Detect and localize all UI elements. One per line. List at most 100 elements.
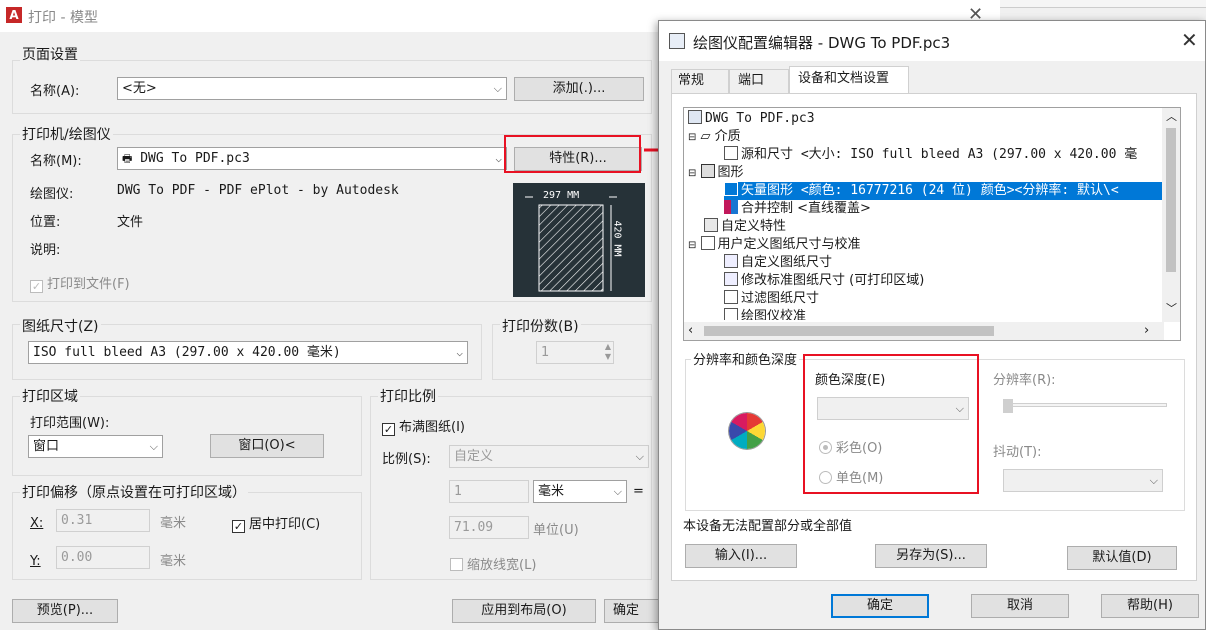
offset-x-field[interactable]: 0.31 (56, 509, 150, 532)
editor-title: 绘图仪配置编辑器 - DWG To PDF.pc3 (693, 34, 951, 52)
chevron-down-icon: ⌵ (493, 82, 502, 95)
add-button[interactable]: 添加(.)... (514, 77, 644, 101)
collapse-icon: ⊟ (688, 168, 697, 179)
tree-row-modify-paper[interactable]: 修改标准图纸尺寸 (可打印区域) (724, 272, 924, 290)
printer-name-label: 名称(M): (30, 154, 82, 169)
tree-row-filter-paper[interactable]: 过滤图纸尺寸 (724, 290, 819, 308)
page-setup-heading: 页面设置 (20, 44, 80, 64)
ratio-select[interactable]: 自定义 ⌵ (449, 445, 649, 468)
chevron-down-icon: ⌵ (456, 346, 463, 359)
scrollbar-thumb[interactable] (1166, 128, 1176, 272)
dither-label: 抖动(T): (993, 445, 1042, 460)
plotter-file-icon (688, 110, 702, 124)
tree-row-media[interactable]: ⊟ ▱ 介质 (688, 128, 741, 146)
apply-to-layout-button[interactable]: 应用到布局(O) (452, 599, 596, 623)
window-button[interactable]: 窗口(O)< (210, 434, 324, 458)
description-label: 说明: (30, 243, 61, 258)
tree-row-source[interactable]: 源和尺寸 <大小: ISO full bleed A3 (297.00 x 42… (724, 146, 1137, 164)
collapse-icon: ⊟ (688, 240, 697, 251)
tree-row-vector[interactable]: 矢量图形 <颜色: 16777216 (24 位) 颜色><分辨率: 默认\< (724, 182, 1180, 200)
scale-lineweights-checkbox[interactable]: 缩放线宽(L) (450, 554, 536, 573)
center-print-checkbox[interactable]: ✓ 居中打印(C) (232, 513, 320, 533)
printer-name-select[interactable]: 🖶 DWG To PDF.pc3 ⌵ (117, 147, 507, 170)
scroll-left-icon: ‹ (688, 323, 694, 338)
range-label: 打印范围(W): (30, 416, 110, 431)
calibration-icon (724, 308, 738, 320)
scale-value2-field[interactable]: 71.09 (449, 516, 529, 539)
plotter-label: 绘图仪: (30, 187, 74, 202)
h-scrollbar-thumb[interactable] (704, 326, 994, 336)
tree-row-merge[interactable]: 合并控制 <直线覆盖> (724, 200, 871, 218)
offset-y-field[interactable]: 0.00 (56, 546, 150, 569)
paper-size-select[interactable]: ISO full bleed A3 (297.00 x 420.00 毫米) ⌵ (28, 341, 468, 364)
tree-row-calibration[interactable]: 绘图仪校准 (724, 308, 806, 320)
ok-button[interactable]: 确定 (831, 594, 929, 618)
collapse-icon: ⊟ (688, 132, 697, 143)
copies-spinner[interactable]: 1 ▲ ▼ (536, 341, 614, 364)
scale-unit-select[interactable]: 毫米 ⌵ (533, 480, 627, 503)
main-ok-button[interactable]: 确定 (604, 599, 664, 623)
scale-unit2-label: 单位(U) (533, 523, 579, 538)
tree-horizontal-scrollbar[interactable]: ‹ › (684, 322, 1164, 340)
tree-row-custom-paper[interactable]: 自定义图纸尺寸 (724, 254, 832, 272)
print-to-file-checkbox[interactable]: ✓ 打印到文件(F) (30, 273, 130, 293)
tab-general[interactable]: 常规 (671, 69, 729, 93)
help-button[interactable]: 帮助(H) (1101, 594, 1199, 618)
offset-y-unit: 毫米 (160, 554, 187, 569)
bg-menu (1000, 0, 1206, 8)
ratio-label: 比例(S): (382, 452, 431, 467)
dither-select[interactable]: ⌵ (1003, 469, 1163, 492)
tree-row-root[interactable]: DWG To PDF.pc3 (688, 110, 815, 128)
copies-heading: 打印份数(B) (500, 316, 581, 336)
cancel-button[interactable]: 取消 (971, 594, 1069, 618)
tree-vertical-scrollbar[interactable]: ︿ ﹀ (1162, 108, 1180, 322)
scale-value1-field[interactable]: 1 (449, 480, 529, 503)
save-as-button[interactable]: 另存为(S)... (875, 544, 987, 568)
plotter-config-icon (669, 33, 685, 49)
color-depth-highlight-box (803, 354, 979, 494)
offset-x-label: X: (30, 516, 44, 531)
tree-row-custom-props[interactable]: 自定义特性 (704, 218, 786, 236)
resolution-slider[interactable] (1003, 399, 1167, 417)
import-button[interactable]: 输入(I)... (685, 544, 797, 568)
properties-highlight-box (504, 135, 641, 173)
tree-row-graphics[interactable]: ⊟ 图形 (688, 164, 744, 182)
range-select[interactable]: 窗口 ⌵ (28, 435, 163, 458)
page-icon (700, 236, 715, 250)
scroll-right-icon: › (1144, 323, 1150, 338)
scale-heading: 打印比例 (378, 386, 438, 406)
offset-x-unit: 毫米 (160, 516, 187, 531)
page-add-icon (724, 254, 738, 268)
settings-tree[interactable]: DWG To PDF.pc3 ⊟ ▱ 介质 源和尺寸 <大小: ISO full… (683, 107, 1181, 341)
page-icon (724, 290, 738, 304)
chevron-down-icon: ⌵ (495, 152, 502, 165)
plotter-value: DWG To PDF - PDF ePlot - by Autodesk (117, 183, 399, 198)
area-heading: 打印区域 (20, 386, 80, 406)
fit-paper-checkbox[interactable]: ✓ 布满图纸(I) (382, 416, 465, 436)
offset-heading: 打印偏移（原点设置在可打印区域） (20, 482, 248, 502)
equals-sign: = (633, 484, 644, 499)
printer-icon: 🖶 (122, 152, 133, 165)
scroll-up-icon: ︿ (1166, 110, 1177, 123)
page-setup-name-select[interactable]: <无> ⌵ (117, 77, 507, 100)
page-edit-icon (724, 272, 738, 286)
preview-button[interactable]: 预览(P)... (12, 599, 118, 623)
page-icon (724, 146, 738, 160)
editor-title-bar: 绘图仪配置编辑器 - DWG To PDF.pc3 ✕ (659, 21, 1205, 61)
res-heading: 分辨率和颜色深度 (691, 349, 800, 368)
preview-width-label: 297 MM (543, 190, 580, 201)
tree-row-user-paper[interactable]: ⊟ 用户定义图纸尺寸与校准 (688, 236, 861, 254)
slider-thumb[interactable] (1003, 399, 1013, 413)
media-icon: ▱ (700, 129, 711, 144)
chevron-down-icon: ⌵ (1149, 474, 1158, 487)
editor-close-icon[interactable]: ✕ (1181, 28, 1198, 52)
properties-icon (704, 218, 718, 232)
spinner-arrows-icon: ▲ ▼ (604, 342, 611, 361)
location-value: 文件 (117, 215, 144, 230)
merge-icon (724, 200, 738, 214)
defaults-button[interactable]: 默认值(D) (1067, 546, 1177, 570)
tab-device-settings[interactable]: 设备和文档设置 (789, 66, 909, 94)
offset-y-label: Y: (30, 554, 41, 569)
tab-ports[interactable]: 端口 (729, 69, 789, 93)
plotter-config-dialog: 绘图仪配置编辑器 - DWG To PDF.pc3 ✕ 常规 端口 设备和文档设… (658, 20, 1206, 630)
